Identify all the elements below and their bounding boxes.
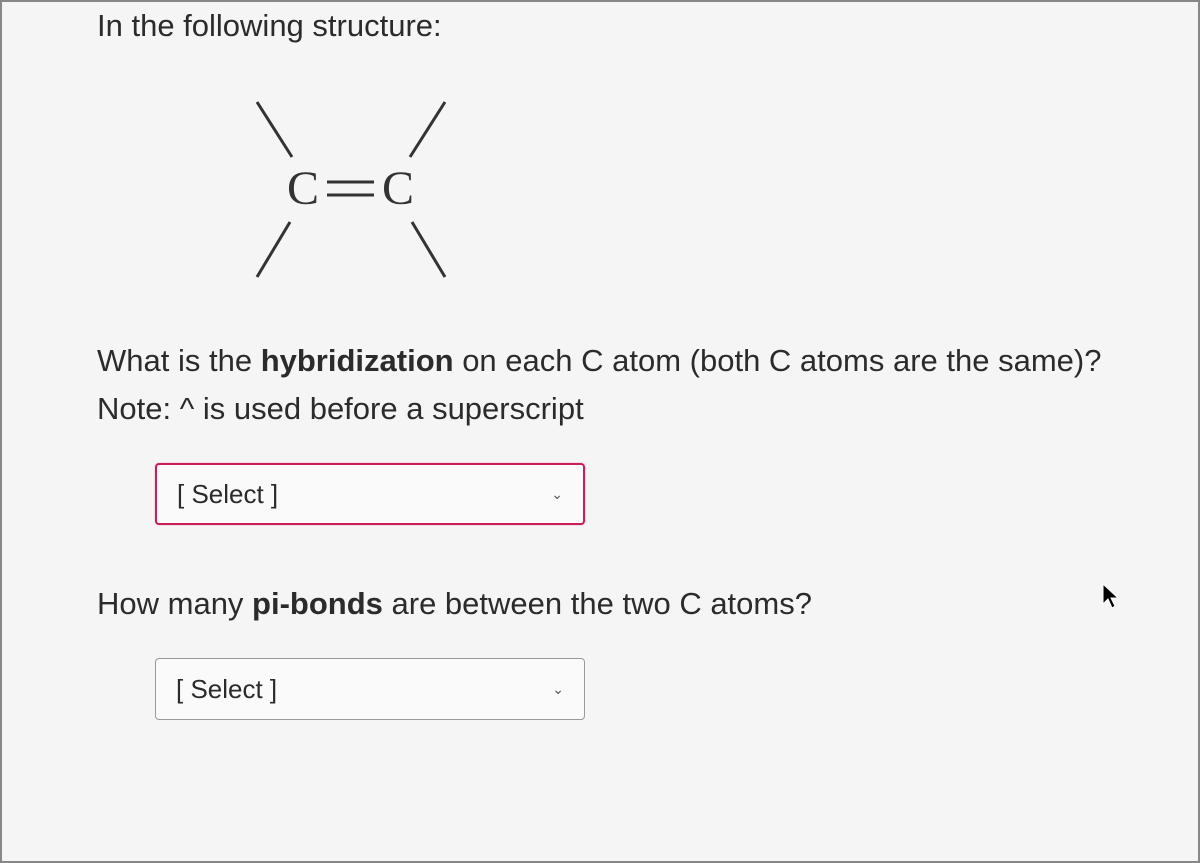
hybridization-select[interactable]: [ Select ] ⌄ [155,463,585,525]
bond-lower-left [257,222,290,277]
intro-text: In the following structure: [97,8,1123,44]
bond-lower-right [412,222,445,277]
left-carbon-atom: C [287,162,319,215]
q1-bold: hybridization [261,343,454,378]
question-1-text: What is the hybridization on each C atom… [97,337,1123,433]
q1-prefix: What is the [97,343,261,378]
chevron-down-icon: ⌄ [551,486,563,503]
chevron-down-icon: ⌄ [552,681,564,698]
molecular-structure: C C [187,82,507,292]
quiz-page: In the following structure: C C What is … [0,0,1200,863]
q2-prefix: How many [97,586,252,621]
bond-upper-right [410,102,445,157]
select-1-label: [ Select ] [177,479,278,510]
select-2-container: [ Select ] ⌄ [155,658,1123,720]
q2-suffix: are between the two C atoms? [383,586,812,621]
pi-bonds-select[interactable]: [ Select ] ⌄ [155,658,585,720]
select-1-container: [ Select ] ⌄ [155,463,1123,525]
bond-upper-left [257,102,292,157]
question-2-text: How many pi-bonds are between the two C … [97,580,1123,628]
right-carbon-atom: C [382,162,414,215]
q2-bold: pi-bonds [252,586,383,621]
cursor-icon [1101,582,1123,617]
select-2-label: [ Select ] [176,674,277,705]
